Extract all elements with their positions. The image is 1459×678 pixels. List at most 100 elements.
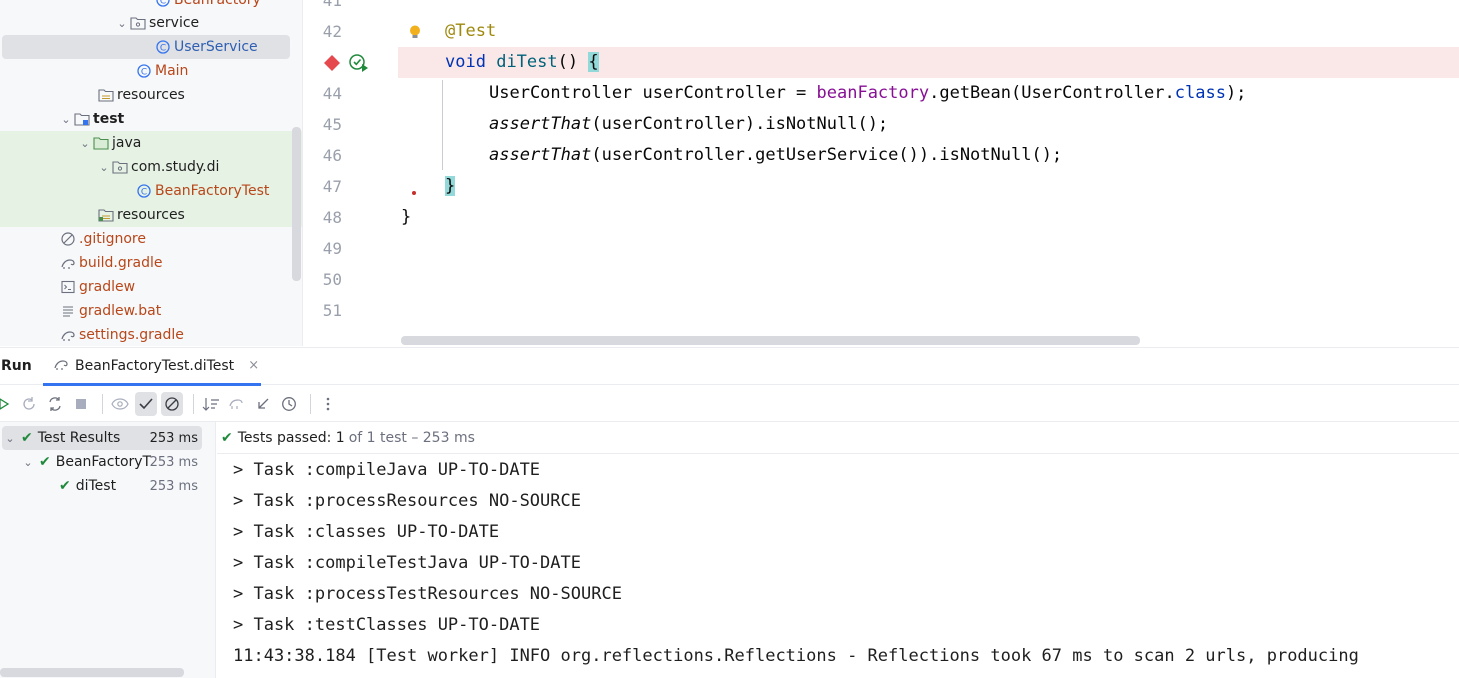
line-number: 48 <box>322 208 342 227</box>
code-line-45[interactable]: assertThat(userController).isNotNull(); <box>489 109 1459 140</box>
check-icon: ✔ <box>59 478 71 494</box>
tests-passed-label: Tests passed: 1 <box>237 429 345 446</box>
console-output[interactable]: ✔ Tests passed: 1 of 1 test – 253 ms > T… <box>217 422 1459 678</box>
console-line: > Task :processTestResources NO-SOURCE <box>233 584 622 604</box>
tree-item-main[interactable]: C Main <box>0 59 291 83</box>
line-number: 49 <box>322 239 342 258</box>
tree-item-settings-gradle[interactable]: settings.gradle <box>0 323 291 346</box>
test-class-row[interactable]: ⌄ ✔ BeanFactoryT 253 ms <box>0 450 216 474</box>
package-folder-icon <box>112 159 128 175</box>
close-icon[interactable]: × <box>248 358 259 373</box>
tree-item-beanfactorytest[interactable]: C BeanFactoryTest <box>0 179 302 203</box>
gradle-icon <box>60 255 76 271</box>
console-line: > Task :classes UP-TO-DATE <box>233 522 500 542</box>
tree-item-test-resources[interactable]: resources <box>0 203 302 227</box>
svg-text:C: C <box>160 44 166 54</box>
toggle-auto-test-icon[interactable] <box>44 392 66 416</box>
tree-item-com-study-di[interactable]: ⌄ com.study.di <box>0 155 302 179</box>
code-line-42[interactable]: @Test <box>445 16 1459 47</box>
code-line-46[interactable]: assertThat(userController.getUserService… <box>489 140 1459 171</box>
run-toolbar <box>0 386 1459 422</box>
test-method-row[interactable]: ✔ diTest 253 ms <box>0 474 216 498</box>
svg-text:C: C <box>141 188 147 198</box>
gradle-run-icon <box>53 357 69 375</box>
run-tool-window-title: Run <box>1 358 32 374</box>
svg-text:C: C <box>160 0 166 7</box>
history-icon[interactable] <box>278 392 300 416</box>
chevron-down-icon[interactable]: ⌄ <box>96 161 112 174</box>
console-line: > Task :processResources NO-SOURCE <box>233 491 581 511</box>
line-number: 46 <box>322 146 342 165</box>
check-icon: ✔ <box>39 454 51 470</box>
tab-beanfactorytest-ditest[interactable]: BeanFactoryTest.diTest × <box>43 348 261 386</box>
console-line: 11:43:38.184 [Test worker] INFO org.refl… <box>233 646 1359 666</box>
editor-horizontal-scrollbar[interactable] <box>401 336 1140 345</box>
module-folder-icon <box>74 111 90 127</box>
console-line: > Task :testClasses UP-TO-DATE <box>233 615 541 635</box>
line-number: 44 <box>322 84 342 103</box>
tree-item-service[interactable]: ⌄ service <box>0 11 291 35</box>
class-icon: C <box>136 63 152 79</box>
test-results-root[interactable]: ⌄ ✔ Test Results 253 ms <box>2 426 202 450</box>
class-icon: C <box>155 39 171 55</box>
rerun-icon[interactable] <box>0 392 10 416</box>
chevron-down-icon[interactable]: ⌄ <box>58 113 74 126</box>
check-icon: ✔ <box>221 429 233 446</box>
svg-text:C: C <box>141 68 147 78</box>
console-line: > Task :compileTestJava UP-TO-DATE <box>233 553 581 573</box>
tree-item-java[interactable]: ⌄ java <box>0 131 302 155</box>
tree-item-resources[interactable]: resources <box>0 83 291 107</box>
collapse-all-icon[interactable] <box>252 392 274 416</box>
tree-item-test[interactable]: ⌄ test <box>0 107 291 131</box>
results-scrollbar[interactable] <box>0 668 184 677</box>
import-tests-icon[interactable] <box>226 392 248 416</box>
code-editor[interactable]: 41 42 44 45 46 47 48 49 50 51 @Test void… <box>304 0 1459 346</box>
warning-dot-icon <box>412 191 416 195</box>
resources-folder-icon <box>98 87 114 103</box>
tree-item-gradlew[interactable]: gradlew <box>0 275 291 299</box>
tree-scrollbar[interactable] <box>292 127 301 281</box>
tree-item-build-gradle[interactable]: build.gradle <box>0 251 291 275</box>
stop-icon[interactable] <box>70 392 92 416</box>
code-line-47[interactable]: } <box>445 171 1459 202</box>
editor-gutter[interactable]: 41 42 44 45 46 47 48 49 50 51 <box>304 0 420 346</box>
code-line-48[interactable]: } <box>401 202 1459 233</box>
chevron-down-icon[interactable]: ⌄ <box>20 456 36 469</box>
run-tool-window-header: Run BeanFactoryTest.diTest × <box>0 347 1459 386</box>
test-status-bar: ✔ Tests passed: 1 of 1 test – 253 ms <box>217 422 1459 454</box>
chevron-down-icon[interactable]: ⌄ <box>77 137 93 150</box>
tree-item-gitignore[interactable]: .gitignore <box>0 227 291 251</box>
show-ignored-icon[interactable] <box>161 391 183 416</box>
console-line: > Task :compileJava UP-TO-DATE <box>233 460 541 480</box>
chevron-down-icon[interactable]: ⌄ <box>2 432 18 445</box>
class-icon: C <box>136 183 152 199</box>
check-icon: ✔ <box>21 430 33 446</box>
run-test-icon[interactable] <box>348 53 370 77</box>
tests-detail-label: of 1 test – 253 ms <box>348 429 475 446</box>
lightbulb-icon[interactable] <box>408 24 422 46</box>
project-tree-panel: C BeanFactory ⌄ service C UserService C … <box>0 0 303 346</box>
gradle-icon <box>60 327 76 343</box>
show-passed-eye-icon[interactable] <box>109 392 131 416</box>
sort-icon[interactable] <box>200 392 222 416</box>
chevron-down-icon[interactable]: ⌄ <box>114 17 130 30</box>
code-line-43[interactable]: void diTest() { <box>445 47 1459 78</box>
line-number: 50 <box>322 270 342 289</box>
more-options-icon[interactable] <box>317 392 339 416</box>
shell-script-icon <box>60 279 76 295</box>
class-icon: C <box>155 0 171 8</box>
package-folder-icon <box>130 15 146 31</box>
toolbar-separator <box>193 393 194 414</box>
line-number: 41 <box>322 0 342 10</box>
tree-item-gradlew-bat[interactable]: gradlew.bat <box>0 299 291 323</box>
rerun-failed-icon[interactable] <box>18 392 40 416</box>
show-passed-check-icon[interactable] <box>135 391 157 416</box>
tab-label: BeanFactoryTest.diTest <box>75 357 235 374</box>
code-line-44[interactable]: UserController userController = beanFact… <box>489 78 1459 109</box>
test-results-tree: ⌄ ✔ Test Results 253 ms ⌄ ✔ BeanFactoryT… <box>0 422 216 678</box>
test-resources-folder-icon <box>98 207 114 223</box>
line-number: 42 <box>322 22 342 41</box>
tree-item-userservice[interactable]: C UserService <box>2 35 290 59</box>
toolbar-separator <box>310 393 311 414</box>
breakpoint-icon[interactable] <box>323 54 341 76</box>
